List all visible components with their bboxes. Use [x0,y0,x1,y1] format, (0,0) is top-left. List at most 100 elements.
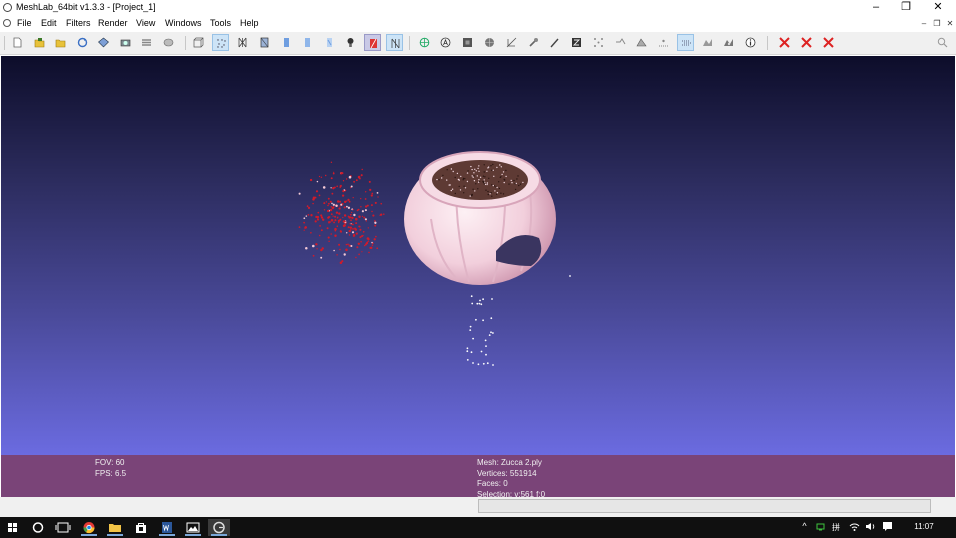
search-taskbar-button[interactable] [27,519,49,536]
mdi-system-icon[interactable] [3,19,11,27]
menu-tools[interactable]: Tools [210,18,231,28]
start-button[interactable] [2,519,24,536]
mdi-close-button[interactable]: ✕ [944,18,956,29]
open-mesh-button[interactable] [52,34,69,51]
store-taskbar-button[interactable] [130,519,152,536]
point [472,176,474,178]
point [350,211,353,214]
menu-render[interactable]: Render [98,18,128,28]
smooth-button[interactable] [321,34,338,51]
word-taskbar-button[interactable] [156,519,178,536]
3d-viewport[interactable] [1,56,955,455]
menu-file[interactable]: File [17,18,32,28]
point [446,169,448,171]
mdi-restore-button[interactable]: ❐ [931,18,943,29]
selection-label: Selection: v:561 f:0 [477,489,546,497]
restore-button[interactable]: ❐ [890,0,922,16]
menu-help[interactable]: Help [240,18,259,28]
point [330,177,333,180]
window-title-bar: MeshLab_64bit v1.3.3 - [Project_1] – ❐ ✕ [0,0,956,16]
color-per-vertex-button[interactable] [386,34,403,51]
delete-faces-button[interactable] [798,34,815,51]
layers-button[interactable] [138,34,155,51]
red-point-cloud [298,161,385,265]
delete-x-icon [801,37,812,48]
quality-mapper-button[interactable] [677,34,694,51]
meshlab-taskbar-button[interactable] [208,519,230,536]
menu-view[interactable]: View [136,18,155,28]
move-select-button[interactable] [699,34,716,51]
point [348,229,351,233]
wireframe-button[interactable] [234,34,251,51]
point-picking-button[interactable] [655,34,672,51]
select-vertices-button[interactable] [590,34,607,51]
action-center-icon[interactable] [882,521,893,532]
show-hidden-icons-icon[interactable]: ^ [799,521,810,532]
flat-lines-button[interactable] [278,34,295,51]
scene-canvas[interactable] [1,56,955,455]
minimize-button[interactable]: – [860,0,892,16]
new-project-button[interactable] [9,34,26,51]
camera-icon [120,39,131,47]
info-a-button[interactable] [437,34,454,51]
align-button[interactable] [633,34,650,51]
chrome-taskbar-button[interactable] [78,519,100,536]
point [316,215,320,219]
hidden-lines-button[interactable] [256,34,273,51]
point [305,215,308,217]
photos-taskbar-button[interactable] [182,519,204,536]
select-face-icon [463,38,472,47]
delete-faces-vertices-button[interactable] [820,34,837,51]
point [519,183,522,185]
point [469,325,472,328]
wifi-icon[interactable] [849,521,860,532]
flat-button[interactable] [299,34,316,51]
menu-edit[interactable]: Edit [41,18,57,28]
pen-button[interactable] [546,34,563,51]
menu-filters[interactable]: Filters [66,18,91,28]
point [340,184,342,187]
wireframe-icon [238,37,247,48]
select-connected-button[interactable] [612,34,629,51]
backface-button[interactable] [364,34,381,51]
paint-button[interactable] [525,34,542,51]
point [353,180,356,183]
clock[interactable]: 11:07 [908,522,940,531]
lighting-button[interactable] [342,34,359,51]
open-project-button[interactable] [31,34,48,51]
hole-button[interactable] [720,34,737,51]
point [470,351,473,354]
task-view-button[interactable] [52,519,74,536]
raster-button[interactable] [160,34,177,51]
menu-windows[interactable]: Windows [165,18,202,28]
reload-button[interactable] [74,34,91,51]
device-sync-icon[interactable] [815,521,826,532]
manipulator-button[interactable] [416,34,433,51]
z-painting-button[interactable] [568,34,585,51]
points-button[interactable] [212,34,229,51]
point [368,180,371,183]
bounding-box-button[interactable] [190,34,207,51]
file-explorer-taskbar-button[interactable] [104,519,126,536]
delete-vertices-button[interactable] [776,34,793,51]
search-button[interactable] [934,34,951,51]
point [355,222,358,225]
language-icon[interactable]: 拼 [832,521,843,532]
volume-icon[interactable] [865,521,876,532]
measure-button[interactable] [503,34,520,51]
fill-select-button[interactable] [481,34,498,51]
point [501,173,503,176]
point [492,169,494,171]
point [321,218,325,221]
point [376,192,379,194]
point [491,184,493,186]
export-mesh-button[interactable] [95,34,112,51]
close-button[interactable]: ✕ [922,0,954,16]
mdi-minimize-button[interactable]: – [918,18,930,29]
point [327,236,330,239]
snapshot-button[interactable] [117,34,134,51]
point [337,219,341,223]
point [569,275,571,277]
select-faces-button[interactable] [459,34,476,51]
texture-info-button[interactable] [742,34,759,51]
